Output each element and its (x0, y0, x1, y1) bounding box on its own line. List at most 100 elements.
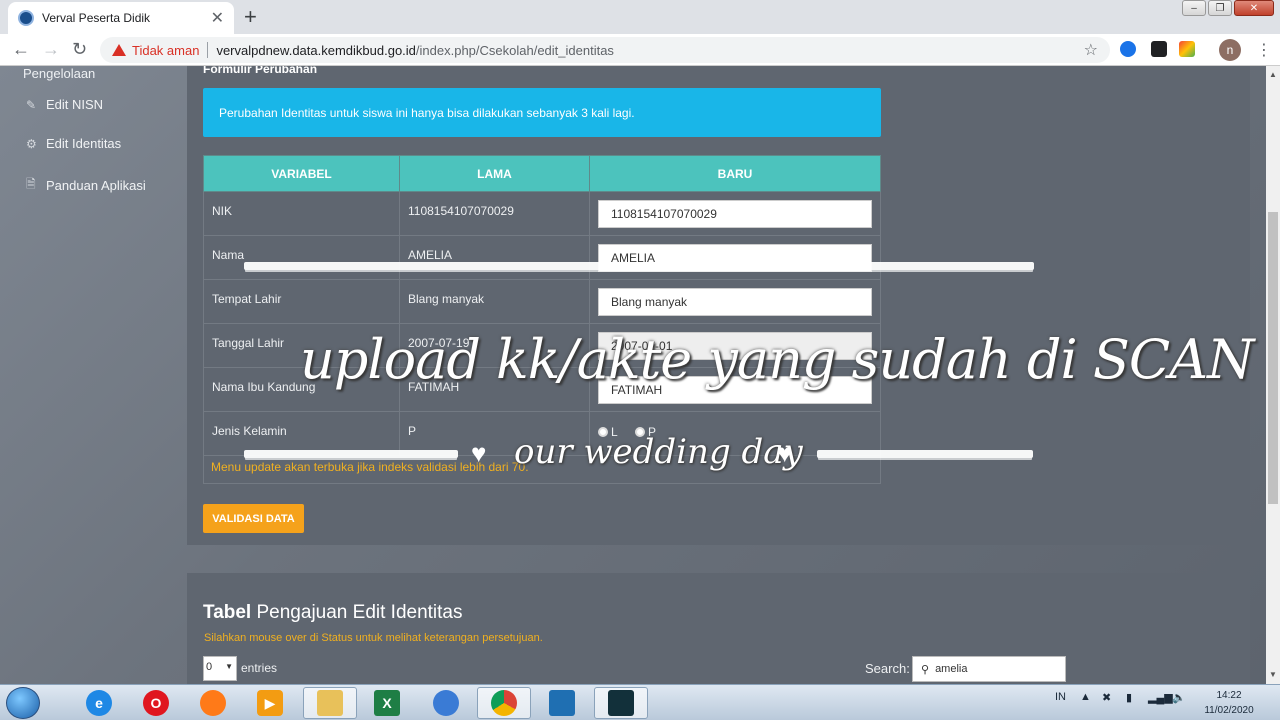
taskbar-editor[interactable] (535, 687, 589, 719)
profile-avatar[interactable]: n (1219, 39, 1241, 61)
sidebar-item-edit-identitas[interactable]: ⚙ Edit Identitas (26, 136, 121, 151)
back-icon[interactable]: ← (12, 39, 30, 60)
sidebar-title: Pengelolaan (23, 66, 96, 81)
forward-icon[interactable]: → (42, 39, 60, 60)
taskbar: e O ▶ X IN ▲ ✖ ▮ ▂▄▆ 🔈 14:22 11/02/2020 (0, 684, 1280, 720)
taskbar-browser[interactable] (419, 687, 473, 719)
scroll-up-icon[interactable]: ▲ (1269, 70, 1277, 79)
table-row: Nama AMELIA AMELIA (203, 235, 881, 280)
browser-menu-icon[interactable]: ⋮ (1256, 40, 1272, 60)
network-error-icon[interactable]: ✖ (1102, 691, 1111, 704)
variable-cell: NIK (203, 191, 400, 236)
entries-label: entries (241, 661, 278, 675)
excel-icon: X (374, 690, 400, 716)
browser-globe-icon (433, 690, 459, 716)
language-indicator[interactable]: IN (1055, 691, 1066, 703)
extension-blue-icon[interactable] (1120, 41, 1136, 57)
show-hidden-icons-icon[interactable]: ▲ (1080, 691, 1091, 703)
tempat-lahir-input[interactable]: Blang manyak (598, 288, 872, 316)
old-value-cell: 1108154107070029 (399, 191, 590, 236)
nik-input[interactable]: 1108154107070029 (598, 200, 872, 228)
variable-cell: Tempat Lahir (203, 279, 400, 324)
url-host: vervalpdnew.data.kemdikbud.go.id (216, 42, 416, 58)
alert-text: Perubahan Identitas untuk siswa ini hany… (219, 105, 635, 120)
table-row: Tempat Lahir Blang manyak Blang manyak (203, 279, 881, 324)
internet-explorer-icon: e (86, 690, 112, 716)
entries-value: 0 (206, 661, 213, 673)
variable-cell: Nama (203, 235, 400, 280)
taskbar-media-player[interactable]: ▶ (243, 687, 297, 719)
tab-close-icon[interactable]: ✕ (211, 8, 224, 28)
sidebar-item-panduan-aplikasi[interactable]: 🗎 Panduan Aplikasi (26, 175, 146, 196)
scroll-down-icon[interactable]: ▼ (1269, 670, 1277, 679)
overlay-brush-stroke (244, 450, 458, 458)
taskbar-ie[interactable]: e (72, 687, 126, 719)
old-value-cell: Blang manyak (399, 279, 590, 324)
scroll-thumb[interactable] (1268, 212, 1278, 504)
window-close-icon[interactable]: ✕ (1234, 0, 1274, 16)
sidebar-item-label: Panduan Aplikasi (46, 178, 146, 193)
extension-colorful-icon[interactable] (1179, 41, 1195, 57)
search-label: Search: (865, 661, 910, 676)
bookmark-star-icon[interactable]: ☆ (1084, 40, 1098, 60)
clock-date: 11/02/2020 (1204, 705, 1254, 716)
column-header-baru: BARU (589, 155, 881, 192)
browser-toolbar: ← → ↻ Tidak aman vervalpdnew.data.kemdik… (0, 34, 1280, 66)
site-favicon-icon (18, 10, 34, 26)
extension-dark-icon[interactable] (1151, 41, 1167, 57)
start-button[interactable] (6, 687, 40, 719)
sidebar-item-edit-nisn[interactable]: ✎ Edit NISN (26, 97, 103, 112)
identity-table: VARIABEL LAMA BARU NIK 1108154107070029 … (203, 155, 881, 456)
column-header-variabel: VARIABEL (203, 155, 400, 192)
minimize-icon[interactable]: – (1182, 0, 1206, 16)
heart-icon: ♥ (777, 438, 793, 468)
page-scrollbar[interactable]: ▲ ▼ (1266, 66, 1280, 684)
tab-strip: Verval Peserta Didik ✕ + – ❐ ✕ (0, 0, 1280, 34)
address-bar[interactable]: Tidak aman vervalpdnew.data.kemdikbud.go… (100, 37, 1110, 63)
sidebar-item-label: Edit NISN (46, 97, 104, 112)
taskbar-explorer[interactable] (303, 687, 357, 719)
folder-icon (317, 690, 343, 716)
old-value-cell: AMELIA (399, 235, 590, 280)
taskbar-excel[interactable]: X (360, 687, 414, 719)
table-header-row: VARIABEL LAMA BARU (203, 155, 881, 192)
overlay-subcaption: our wedding day (514, 432, 803, 472)
new-tab-icon[interactable]: + (244, 4, 257, 30)
clock-time: 14:22 (1216, 690, 1242, 701)
title-rest: Pengajuan Edit Identitas (256, 602, 463, 623)
overlay-caption: upload kk/akte yang sudah di SCAN (300, 328, 1254, 391)
taskbar-opera[interactable]: O (129, 687, 183, 719)
maximize-icon[interactable]: ❐ (1208, 0, 1232, 16)
entries-select[interactable]: 0 ▼ (203, 656, 237, 681)
overlay-brush-stroke (817, 450, 1033, 458)
edit-icon: ✎ (26, 97, 37, 112)
taskbar-chrome[interactable] (477, 687, 531, 719)
signal-icon[interactable]: ▂▄▆ (1148, 691, 1173, 704)
browser-tab[interactable]: Verval Peserta Didik ✕ (8, 2, 234, 34)
form-title: Formulir Perubahan (203, 66, 318, 76)
search-input[interactable]: ⚲ amelia (912, 656, 1066, 682)
gear-icon: ⚙ (26, 136, 37, 151)
opera-icon: O (143, 690, 169, 716)
submission-table-title: Tabel Pengajuan Edit Identitas (203, 602, 463, 624)
column-header-lama: LAMA (399, 155, 590, 192)
validasi-data-button[interactable]: VALIDASI DATA (203, 504, 304, 533)
info-alert: Perubahan Identitas untuk siswa ini hany… (203, 88, 881, 137)
not-secure-warning-icon (112, 44, 126, 56)
tab-title: Verval Peserta Didik (42, 11, 151, 25)
omnibox-divider (207, 42, 209, 58)
video-editor-icon (608, 690, 634, 716)
table-row: NIK 1108154107070029 1108154107070029 (203, 191, 881, 236)
chevron-down-icon: ▼ (225, 662, 233, 671)
battery-icon[interactable]: ▮ (1126, 691, 1132, 704)
system-clock[interactable]: 14:22 11/02/2020 (1196, 688, 1262, 718)
heart-icon: ♥ (471, 438, 487, 468)
volume-icon[interactable]: 🔈 (1172, 691, 1186, 704)
submission-hint: Silahkan mouse over di Status untuk meli… (204, 632, 543, 644)
submission-table-panel (187, 573, 1250, 684)
taskbar-firefox[interactable] (186, 687, 240, 719)
overlay-brush-stroke (244, 262, 1034, 270)
taskbar-filmora[interactable] (594, 687, 648, 719)
security-label: Tidak aman (132, 42, 200, 58)
reload-icon[interactable]: ↻ (72, 39, 87, 60)
